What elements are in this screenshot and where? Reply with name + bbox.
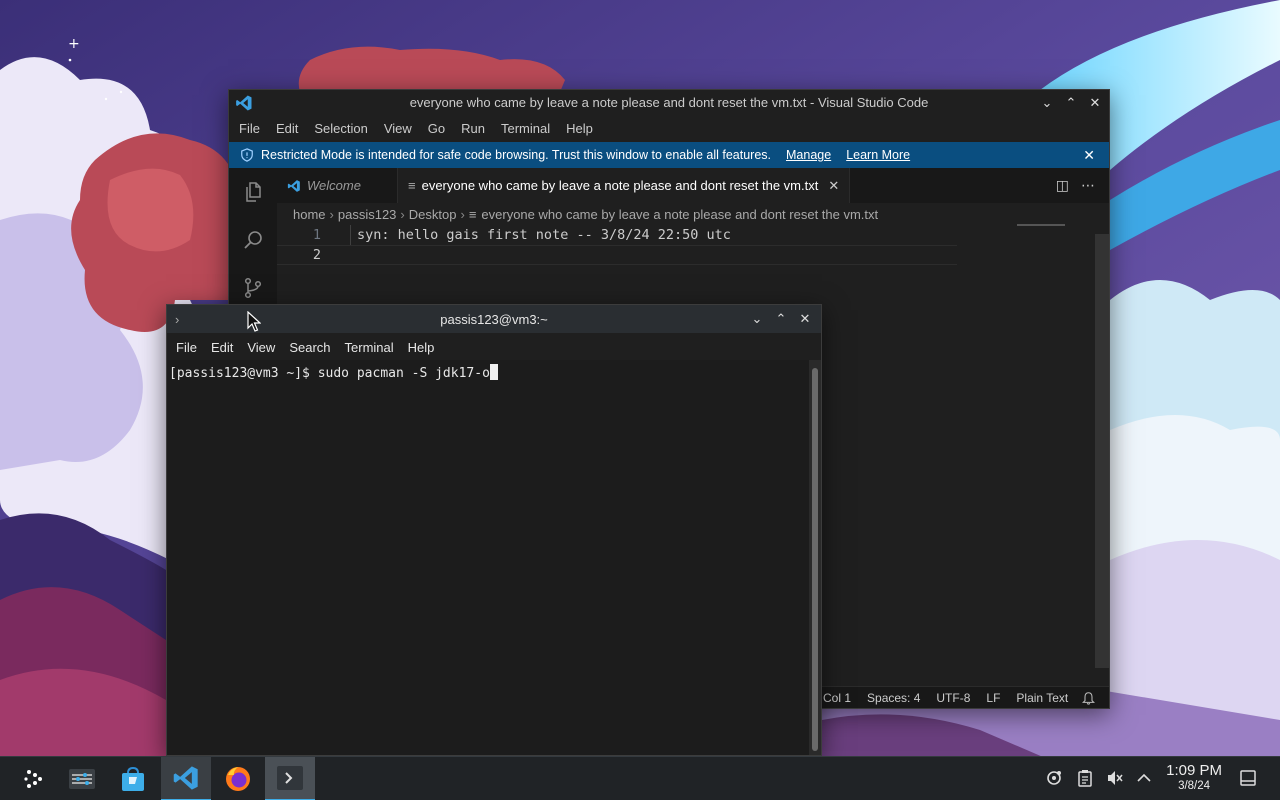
taskbar-firefox[interactable] — [213, 757, 263, 800]
launcher-icon — [24, 770, 42, 788]
kde-connect-icon[interactable] — [1045, 769, 1063, 787]
clock-time: 1:09 PM — [1166, 762, 1222, 779]
chevron-up-icon[interactable] — [1135, 769, 1153, 787]
chevron-right-icon: › — [329, 206, 334, 222]
status-encoding[interactable]: UTF-8 — [936, 691, 970, 705]
terminal-prompt-line: [passis123@vm3 ~]$ sudo pacman -S jdk17-… — [169, 366, 490, 381]
editor-tabs: Welcome ≡ everyone who came by leave a n… — [277, 168, 1109, 203]
volume-muted-icon[interactable] — [1106, 769, 1124, 787]
konsole-menubar: File Edit View Search Terminal Help — [167, 335, 441, 359]
explorer-icon[interactable] — [241, 180, 265, 204]
line-number: 1 — [312, 227, 321, 243]
file-lines-icon: ≡ — [408, 178, 416, 193]
mouse-pointer-icon — [247, 311, 261, 332]
terminal-output[interactable]: [passis123@vm3 ~]$ sudo pacman -S jdk17-… — [167, 360, 809, 755]
learn-more-link[interactable]: Learn More — [846, 148, 910, 162]
menu-run[interactable]: Run — [453, 117, 493, 141]
clipboard-icon[interactable] — [1076, 769, 1094, 787]
svg-text:+: + — [68, 36, 80, 52]
menu-file[interactable]: File — [169, 340, 204, 355]
tab-label: everyone who came by leave a note please… — [421, 178, 819, 193]
konsole-window-title: passis123@vm3:~ — [440, 312, 548, 327]
shield-icon — [241, 148, 253, 162]
source-control-icon[interactable] — [241, 276, 265, 300]
tab-note-file[interactable]: ≡ everyone who came by leave a note plea… — [398, 168, 851, 203]
menu-view[interactable]: View — [376, 117, 420, 141]
banner-close-icon[interactable]: ✕ — [1083, 147, 1095, 164]
scrollbar-thumb[interactable] — [812, 368, 818, 751]
konsole-titlebar[interactable]: › passis123@vm3:~ ⌄ ⌃ ✕ — [167, 305, 821, 333]
clock-date: 3/8/24 — [1178, 780, 1211, 792]
search-icon[interactable] — [241, 228, 265, 252]
terminal-cursor — [489, 364, 498, 380]
menu-search[interactable]: Search — [282, 340, 337, 355]
taskbar: 1:09 PM 3/8/24 — [0, 756, 1280, 800]
file-lines-icon: ≡ — [468, 206, 477, 222]
minimap[interactable] — [1017, 224, 1065, 226]
menu-terminal[interactable]: Terminal — [338, 340, 401, 355]
menu-help[interactable]: Help — [401, 340, 442, 355]
konsole-icon — [277, 766, 303, 790]
breadcrumb-file[interactable]: everyone who came by leave a note please… — [481, 207, 878, 222]
status-column[interactable]: Col 1 — [823, 691, 851, 705]
restricted-mode-banner: Restricted Mode is intended for safe cod… — [229, 142, 1109, 168]
editor-line: 1 syn: hello gais first note -- 3/8/24 2… — [277, 225, 1095, 245]
vscode-titlebar[interactable]: everyone who came by leave a note please… — [229, 90, 1109, 116]
firefox-icon — [226, 767, 250, 791]
chevron-right-icon: › — [460, 206, 465, 222]
notifications-bell-icon[interactable] — [1082, 691, 1095, 705]
discover-icon — [122, 766, 144, 791]
menu-view[interactable]: View — [240, 340, 282, 355]
taskbar-konsole[interactable] — [265, 757, 315, 800]
close-icon[interactable]: ✕ — [1085, 93, 1105, 113]
show-desktop-icon[interactable] — [1239, 769, 1257, 787]
menu-edit[interactable]: Edit — [268, 117, 306, 141]
status-language[interactable]: Plain Text — [1016, 691, 1068, 705]
pager[interactable] — [57, 757, 107, 800]
indent-guide — [350, 225, 351, 245]
menu-terminal[interactable]: Terminal — [493, 117, 558, 141]
line-number: 2 — [312, 247, 321, 263]
maximize-icon[interactable]: ⌃ — [771, 309, 791, 329]
breadcrumb-home[interactable]: home — [293, 207, 326, 222]
vscode-icon — [173, 766, 198, 790]
tab-label: Welcome — [307, 178, 361, 193]
minimize-icon[interactable]: ⌄ — [747, 309, 767, 329]
editor-scrollbar[interactable] — [1095, 234, 1109, 668]
tab-close-icon[interactable]: ✕ — [828, 178, 839, 194]
vscode-logo-icon — [236, 95, 252, 111]
konsole-window[interactable]: › passis123@vm3:~ ⌄ ⌃ ✕ File Edit View S… — [166, 304, 822, 756]
breadcrumb: home › passis123 › Desktop › ≡ everyone … — [293, 205, 878, 223]
split-editor-icon[interactable]: ◫ — [1056, 177, 1069, 194]
close-icon[interactable]: ✕ — [795, 309, 815, 329]
editor-line-current: 2 — [277, 245, 957, 265]
vscode-menubar: File Edit Selection View Go Run Terminal… — [229, 117, 601, 141]
menu-help[interactable]: Help — [558, 117, 601, 141]
minimize-icon[interactable]: ⌄ — [1037, 93, 1057, 113]
menu-selection[interactable]: Selection — [306, 117, 375, 141]
breadcrumb-desktop[interactable]: Desktop — [409, 207, 457, 222]
menu-go[interactable]: Go — [420, 117, 453, 141]
maximize-icon[interactable]: ⌃ — [1061, 93, 1081, 113]
manage-link[interactable]: Manage — [786, 148, 831, 162]
vscode-tab-icon — [287, 179, 300, 192]
tab-welcome[interactable]: Welcome — [277, 168, 398, 203]
application-launcher[interactable] — [8, 757, 58, 800]
terminal-scrollbar[interactable] — [809, 360, 821, 755]
pager-icon — [69, 769, 95, 789]
breadcrumb-user[interactable]: passis123 — [338, 207, 397, 222]
line-text: syn: hello gais first note -- 3/8/24 22:… — [357, 227, 731, 243]
menu-edit[interactable]: Edit — [204, 340, 240, 355]
more-actions-icon[interactable]: ⋯ — [1081, 177, 1095, 194]
digital-clock[interactable]: 1:09 PM 3/8/24 — [1166, 762, 1222, 792]
taskbar-vscode[interactable] — [161, 757, 211, 800]
status-indentation[interactable]: Spaces: 4 — [867, 691, 920, 705]
banner-text: Restricted Mode is intended for safe cod… — [261, 148, 771, 162]
discover-app[interactable] — [108, 757, 158, 800]
status-eol[interactable]: LF — [986, 691, 1000, 705]
chevron-right-icon: › — [400, 206, 405, 222]
menu-file[interactable]: File — [231, 117, 268, 141]
vscode-window-title: everyone who came by leave a note please… — [409, 95, 929, 110]
